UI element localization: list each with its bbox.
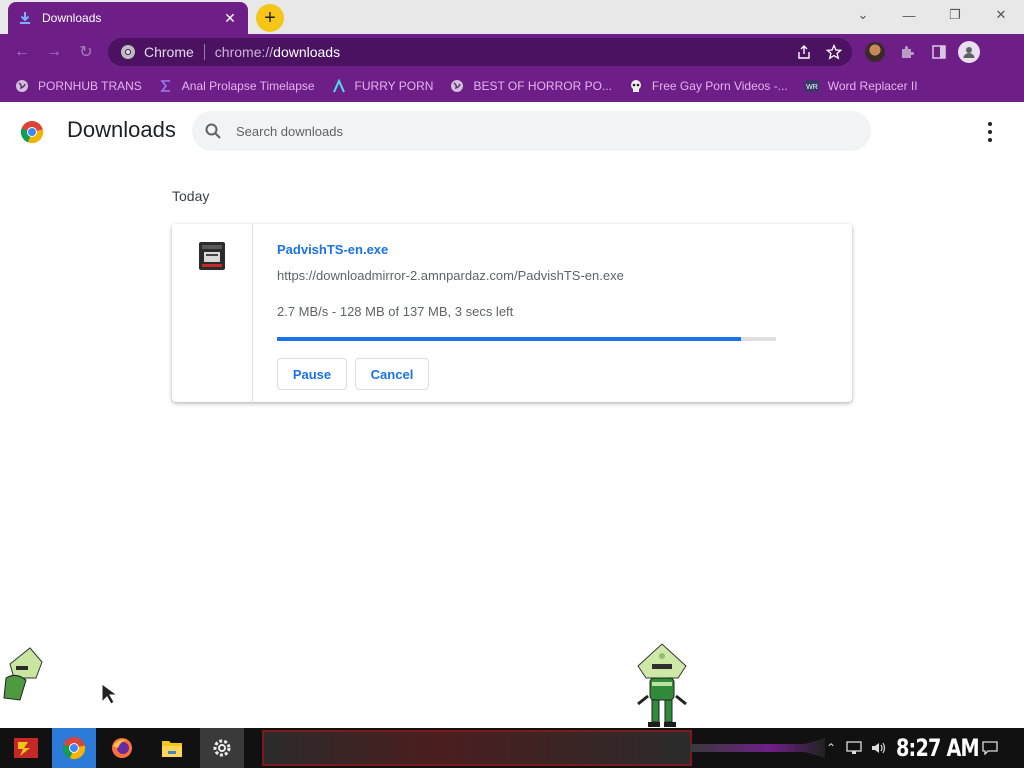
download-progress-fill — [277, 337, 742, 341]
taskbar-firefox-button[interactable] — [100, 728, 144, 768]
omnibox-separator — [203, 44, 205, 60]
taskbar: ⌃ 8:27 AM — [0, 728, 1024, 768]
tray-overflow-icon[interactable]: ⌃ — [826, 728, 836, 768]
desktop-pet-character — [3, 647, 43, 701]
notifications-icon[interactable] — [982, 728, 998, 768]
taskbar-settings-button[interactable] — [200, 728, 244, 768]
scheme-label: Chrome — [144, 44, 194, 60]
forward-button[interactable]: → — [42, 40, 66, 64]
wr-icon: WR — [804, 78, 820, 94]
globe-icon — [14, 78, 30, 94]
url-prefix: chrome:// — [214, 44, 274, 60]
bookmark-label: FURRY PORN — [354, 79, 434, 93]
globe-icon — [449, 78, 465, 94]
tab-title: Downloads — [42, 11, 102, 25]
bookmark-item[interactable]: FURRY PORN — [331, 78, 434, 94]
side-panel-icon[interactable] — [928, 41, 950, 63]
lambda-icon — [331, 78, 347, 94]
bookmark-item[interactable]: BEST OF HORROR PO... — [449, 78, 612, 94]
search-bar[interactable] — [192, 111, 871, 151]
file-name-link[interactable]: PadvishTS-en.exe — [277, 242, 388, 257]
page-title: Downloads — [67, 117, 176, 142]
url-host: downloads — [273, 44, 341, 60]
pause-button[interactable]: Pause — [277, 358, 347, 390]
file-icon-column — [172, 224, 253, 402]
back-button[interactable]: ← — [10, 40, 34, 64]
download-icon — [20, 12, 30, 24]
bookmark-item[interactable]: Free Gay Porn Videos -... — [628, 78, 788, 94]
firefox-icon — [112, 738, 132, 758]
chrome-logo-icon — [20, 121, 44, 144]
bookmark-item[interactable]: Anal Prolapse Timelapse — [158, 78, 315, 94]
minimize-button[interactable]: — — [886, 0, 932, 30]
volume-icon[interactable] — [870, 728, 886, 768]
search-input[interactable] — [236, 123, 836, 139]
skull-icon — [628, 78, 644, 94]
settings-gear-icon — [213, 739, 231, 757]
download-item: PadvishTS-en.exe https://downloadmirror-… — [172, 224, 852, 402]
browser-toolbar: ← → ↻ Chrome chrome:// downloads — [0, 34, 1024, 70]
extensions-puzzle-icon[interactable] — [896, 41, 918, 63]
restore-button[interactable]: ❐ — [932, 0, 978, 30]
close-window-button[interactable]: ✕ — [978, 0, 1024, 30]
exe-file-icon — [199, 242, 225, 270]
tab-search-icon[interactable]: ⌄ — [840, 0, 886, 30]
new-tab-button[interactable]: + — [256, 4, 284, 32]
bookmark-item[interactable]: PORNHUB TRANS — [14, 78, 142, 94]
mouse-cursor-icon — [101, 683, 119, 705]
taskbar-clock[interactable]: 8:27 AM — [896, 734, 980, 762]
search-icon — [205, 123, 221, 139]
start-button[interactable] — [6, 728, 46, 768]
bookmark-label: Word Replacer II — [827, 79, 918, 93]
more-actions-icon[interactable] — [982, 122, 998, 142]
cancel-button[interactable]: Cancel — [355, 358, 429, 390]
address-bar[interactable]: Chrome chrome:// downloads — [108, 38, 852, 66]
profile-icon[interactable] — [958, 41, 980, 63]
chrome-icon — [62, 737, 86, 760]
share-icon[interactable] — [796, 44, 812, 60]
svg-text:WR: WR — [806, 84, 818, 91]
extension-avatar-icon[interactable] — [864, 41, 886, 63]
downloads-header: Downloads — [0, 102, 1024, 160]
bookmark-item[interactable]: WR Word Replacer II — [804, 78, 918, 94]
bookmark-star-icon[interactable] — [826, 44, 842, 60]
taskbar-theme-banner — [262, 730, 692, 766]
chrome-scheme-icon — [121, 45, 135, 59]
tab-downloads[interactable]: Downloads ✕ — [8, 2, 248, 34]
file-source-url[interactable]: https://downloadmirror-2.amnpardaz.com/P… — [277, 268, 624, 283]
bookmark-label: Free Gay Porn Videos -... — [651, 79, 788, 93]
bookmark-label: Anal Prolapse Timelapse — [181, 79, 315, 93]
network-icon[interactable] — [846, 728, 862, 768]
tab-close-icon[interactable]: ✕ — [222, 10, 238, 26]
date-heading: Today — [172, 188, 210, 204]
title-bar: Downloads ✕ + ⌄ — ❐ ✕ — [0, 0, 1024, 34]
bookmarks-bar: PORNHUB TRANS Anal Prolapse Timelapse FU… — [0, 70, 1024, 102]
reload-button[interactable]: ↻ — [74, 40, 98, 64]
download-progress-bar — [277, 337, 776, 341]
download-status: 2.7 MB/s - 128 MB of 137 MB, 3 secs left — [277, 304, 514, 319]
taskbar-theme-decoration — [690, 738, 825, 758]
bookmark-label: PORNHUB TRANS — [38, 79, 142, 93]
sigma-icon — [158, 78, 174, 94]
taskbar-chrome-button[interactable] — [52, 728, 96, 768]
start-logo-icon — [14, 738, 38, 758]
desktop-pet-character — [637, 643, 687, 727]
bookmark-label: BEST OF HORROR PO... — [473, 79, 612, 93]
folder-icon — [162, 741, 182, 757]
taskbar-file-explorer-button[interactable] — [150, 728, 194, 768]
